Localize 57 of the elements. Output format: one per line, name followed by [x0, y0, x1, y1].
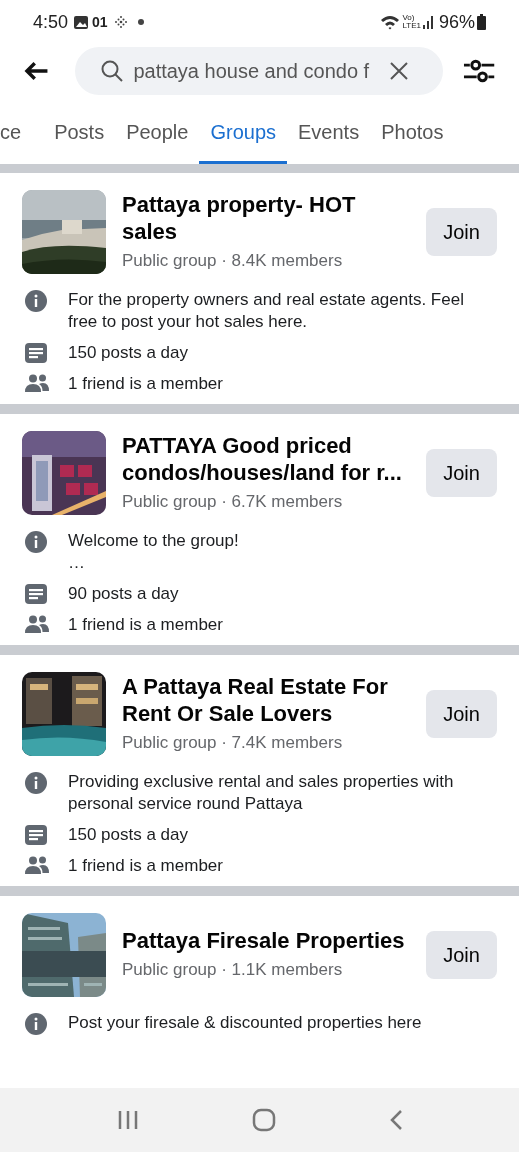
dot-icon — [137, 19, 144, 25]
people-icon — [25, 856, 49, 874]
group-meta: Public group · 1.1K members — [122, 959, 344, 982]
people-icon — [25, 615, 49, 633]
status-time: 4:50 — [33, 10, 69, 34]
post-frequency: 150 posts a day — [68, 824, 189, 846]
post-icon — [25, 343, 47, 363]
join-button[interactable]: Join — [426, 449, 497, 497]
post-icon — [25, 584, 47, 604]
group-name[interactable]: Pattaya property- HOT sales — [122, 190, 412, 245]
group-meta: Public group · 6.7K members — [122, 490, 344, 513]
join-button[interactable]: Join — [426, 208, 497, 256]
join-button[interactable]: Join — [426, 931, 497, 979]
network-label: Vo) — [402, 14, 415, 22]
info-icon — [25, 290, 47, 312]
tab[interactable]: Events — [287, 107, 371, 164]
battery-percent: 96% — [438, 10, 475, 34]
post-icon — [25, 825, 47, 845]
group-name[interactable]: A Pattaya Real Estate For Rent Or Sale Lovers — [122, 672, 412, 727]
tab[interactable]: Photos — [370, 107, 455, 164]
group-meta: Public group · 7.4K members — [122, 731, 344, 754]
info-icon — [25, 1013, 47, 1035]
group-description: Post your firesale & discounted properties here — [68, 1012, 422, 1034]
group-description: For the property owners and real estate agents. Feel free to post your hot sales here. — [68, 289, 465, 333]
friend-count: 1 friend is a member — [68, 855, 223, 877]
back-arrow-icon[interactable] — [24, 61, 50, 81]
recent-apps-icon[interactable] — [116, 1110, 139, 1130]
friend-count: 1 friend is a member — [68, 614, 223, 636]
wifi-icon — [380, 14, 401, 30]
info-icon — [25, 772, 47, 794]
group-description: Welcome to the group! … — [68, 530, 239, 574]
group-description: Providing exclusive rental and sales properties with personal service round Pattaya — [68, 771, 455, 815]
image-icon — [74, 15, 89, 29]
home-icon[interactable] — [251, 1108, 276, 1132]
tab[interactable]: People — [115, 107, 200, 164]
people-icon — [25, 374, 49, 392]
battery-icon — [477, 14, 486, 30]
info-icon — [25, 531, 47, 553]
search-text: pattaya house and condo f — [133, 59, 371, 84]
notification-count: 01 — [92, 12, 108, 32]
tab[interactable]: Posts — [43, 107, 116, 164]
group-name[interactable]: Pattaya Firesale Properties — [122, 927, 412, 955]
post-frequency: 150 posts a day — [68, 342, 189, 364]
tab[interactable]: ce — [0, 107, 44, 164]
group-meta: Public group · 8.4K members — [122, 249, 344, 272]
filter-icon[interactable] — [462, 59, 495, 83]
join-button[interactable]: Join — [426, 690, 497, 738]
dots-grid-icon — [113, 15, 128, 29]
network-label: LTE1 — [402, 22, 421, 30]
friend-count: 1 friend is a member — [68, 373, 223, 395]
signal-icon — [422, 15, 435, 29]
post-frequency: 90 posts a day — [68, 583, 179, 605]
back-icon[interactable] — [388, 1109, 403, 1131]
search-field[interactable]: pattaya house and condo f — [75, 47, 443, 95]
clear-icon[interactable] — [390, 62, 409, 80]
group-name[interactable]: PATTAYA Good priced condos/houses/land for r... — [122, 431, 412, 486]
search-icon — [101, 60, 124, 82]
